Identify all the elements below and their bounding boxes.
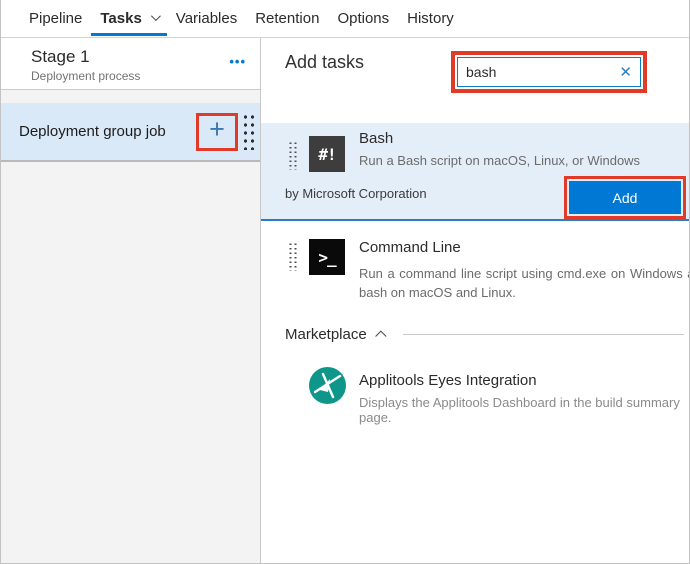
task-drag-handle-icon[interactable]	[288, 141, 297, 170]
task-description: Run a command line script using cmd.exe …	[359, 264, 690, 302]
active-tab-underline	[91, 33, 166, 36]
tab-options[interactable]: Options	[328, 0, 398, 37]
add-task-to-job-button[interactable]: +	[209, 116, 225, 147]
task-drag-handle-icon[interactable]	[288, 242, 297, 271]
task-card-command-line[interactable]: >_ Command Line Run a command line scrip…	[261, 232, 689, 312]
task-search-box: ✕	[457, 57, 641, 87]
add-tasks-title: Add tasks	[285, 52, 364, 73]
task-publisher: by Microsoft Corporation	[285, 186, 427, 201]
add-bash-task-button[interactable]: Add	[569, 181, 681, 214]
deployment-group-job-row[interactable]: Deployment group job +	[1, 103, 260, 162]
task-name: Command Line	[359, 239, 461, 256]
tab-variables-label: Variables	[176, 10, 237, 27]
tab-history-label: History	[407, 10, 454, 27]
stage-more-options-icon[interactable]: •••	[229, 54, 246, 69]
add-button-highlight-box: Add	[564, 176, 686, 219]
tab-history[interactable]: History	[398, 0, 463, 37]
applitools-icon	[309, 367, 346, 404]
marketplace-item-name: Applitools Eyes Integration	[359, 372, 537, 389]
marketplace-item-description: Displays the Applitools Dashboard in the…	[359, 395, 689, 425]
tab-options-label: Options	[337, 10, 389, 27]
chevron-up-icon	[375, 330, 386, 341]
marketplace-item-applitools[interactable]: Applitools Eyes Integration Displays the…	[261, 364, 689, 444]
marketplace-label: Marketplace	[285, 326, 367, 343]
tab-pipeline[interactable]: Pipeline	[20, 0, 91, 37]
tab-retention[interactable]: Retention	[246, 0, 328, 37]
task-description: Run a Bash script on macOS, Linux, or Wi…	[359, 153, 640, 168]
add-tasks-panel: Add tasks ✕ #! Bash Run a Bash script on…	[261, 38, 689, 563]
stages-sidebar: Stage 1 Deployment process ••• Deploymen…	[1, 38, 261, 563]
task-name: Bash	[359, 130, 393, 147]
bash-task-icon: #!	[309, 136, 345, 172]
azure-devops-pipeline-editor: Pipeline Tasks Variables Retention Optio…	[0, 0, 690, 564]
tab-variables[interactable]: Variables	[167, 0, 246, 37]
job-drag-handle-icon[interactable]	[242, 113, 254, 150]
clear-search-icon[interactable]: ✕	[613, 63, 632, 81]
stage-title: Stage 1	[31, 46, 229, 67]
stage-job-list: Deployment group job +	[1, 90, 260, 563]
tab-pipeline-label: Pipeline	[29, 10, 82, 27]
pipeline-tab-bar: Pipeline Tasks Variables Retention Optio…	[1, 0, 689, 38]
stage-subtitle: Deployment process	[31, 69, 229, 83]
stage-header: Stage 1 Deployment process •••	[1, 38, 260, 90]
add-task-highlight-box: +	[196, 113, 238, 151]
tab-tasks-label: Tasks	[100, 10, 141, 27]
task-search-input[interactable]	[466, 64, 613, 80]
marketplace-section-header[interactable]: Marketplace	[285, 324, 684, 344]
tab-retention-label: Retention	[255, 10, 319, 27]
chevron-down-icon	[151, 11, 161, 21]
command-line-task-icon: >_	[309, 239, 345, 275]
deployment-group-job-label: Deployment group job	[19, 123, 196, 140]
task-card-bash[interactable]: #! Bash Run a Bash script on macOS, Linu…	[261, 123, 689, 221]
tab-tasks[interactable]: Tasks	[91, 0, 166, 37]
section-divider	[403, 334, 684, 335]
search-highlight-box: ✕	[451, 51, 647, 93]
